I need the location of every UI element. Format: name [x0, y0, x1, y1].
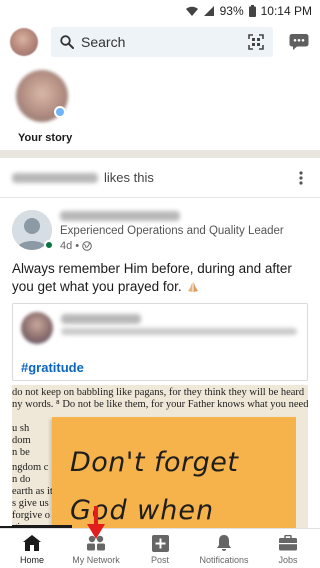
search-box[interactable] — [51, 27, 273, 57]
battery-percent: 93% — [219, 4, 244, 18]
nav-label: Home — [19, 555, 44, 565]
nav-notifications[interactable]: Notifications — [192, 529, 256, 568]
your-story-avatar[interactable] — [16, 70, 68, 122]
bible-text-line: ny words. ⁸ Do not be like them, for you… — [12, 399, 308, 410]
post-body: Always remember Him before, during and a… — [12, 261, 292, 294]
nav-label: Notifications — [199, 555, 249, 565]
post-header: Experienced Operations and Quality Leade… — [0, 198, 320, 258]
shared-post-card[interactable]: #gratitude — [12, 303, 308, 381]
search-icon — [59, 34, 75, 50]
bible-text-fragment: u sh — [12, 423, 30, 434]
bible-text-fragment: n be — [12, 447, 30, 458]
bible-text-fragment: dom — [12, 435, 31, 446]
battery-icon — [248, 5, 256, 17]
activity-text: likes this — [104, 170, 154, 185]
bell-icon — [214, 534, 234, 552]
stories-strip: Your story — [0, 62, 320, 150]
activity-header: likes this — [0, 158, 320, 198]
profile-avatar[interactable] — [10, 28, 38, 56]
nav-label: Jobs — [278, 555, 298, 565]
nav-post[interactable]: Post — [128, 529, 192, 568]
liker-name-redacted[interactable] — [12, 172, 98, 183]
signal-icon — [203, 5, 215, 17]
more-options-icon[interactable] — [294, 168, 308, 188]
annotation-arrow-icon — [87, 506, 105, 539]
bottom-navigation: Home My Network Post Notifications Jobs — [0, 528, 320, 568]
bible-text-fragment: ngdom c — [12, 462, 49, 473]
section-divider — [0, 150, 320, 158]
top-app-bar — [0, 22, 320, 62]
post-icon — [150, 534, 170, 552]
add-story-badge — [54, 106, 66, 118]
shared-author-avatar[interactable] — [21, 312, 53, 344]
nav-home[interactable]: Home — [0, 529, 64, 568]
meta-separator: • — [72, 240, 80, 252]
post-text: Always remember Him before, during and a… — [12, 260, 308, 298]
shared-author-headline-redacted — [61, 328, 297, 335]
globe-icon — [82, 241, 92, 251]
praying-hands-icon — [187, 280, 199, 298]
your-story-label: Your story — [18, 132, 73, 144]
status-bar: 93% 10:14 PM — [0, 0, 320, 22]
search-input[interactable] — [81, 34, 231, 50]
post-image[interactable]: do not keep on babbling like pagans, for… — [12, 385, 308, 528]
post-meta: 4d • — [60, 240, 92, 252]
hashtag-link[interactable]: #gratitude — [21, 360, 84, 375]
wifi-icon — [185, 6, 199, 17]
author-headline: Experienced Operations and Quality Leade… — [60, 225, 284, 237]
bible-text-fragment: earth as it — [12, 486, 53, 497]
post-age: 4d — [60, 240, 73, 252]
author-name-redacted[interactable] — [60, 211, 180, 221]
note-text-line: Don't forget — [70, 447, 239, 478]
clock: 10:14 PM — [260, 4, 312, 18]
bible-text-fragment: n do — [12, 474, 31, 485]
nav-label: My Network — [72, 555, 120, 565]
shared-author-name-redacted[interactable] — [61, 314, 141, 324]
online-status-dot — [44, 240, 54, 250]
qr-code-icon[interactable] — [247, 33, 265, 51]
bible-text-fragment: forgive o — [12, 510, 51, 521]
nav-label: Post — [150, 555, 169, 565]
nav-jobs[interactable]: Jobs — [256, 529, 320, 568]
home-icon — [22, 534, 42, 552]
bible-text-line: do not keep on babbling like pagans, for… — [12, 387, 305, 398]
messaging-icon[interactable] — [288, 31, 310, 53]
bible-text-fragment: s give us — [12, 498, 49, 509]
briefcase-icon — [278, 534, 298, 552]
